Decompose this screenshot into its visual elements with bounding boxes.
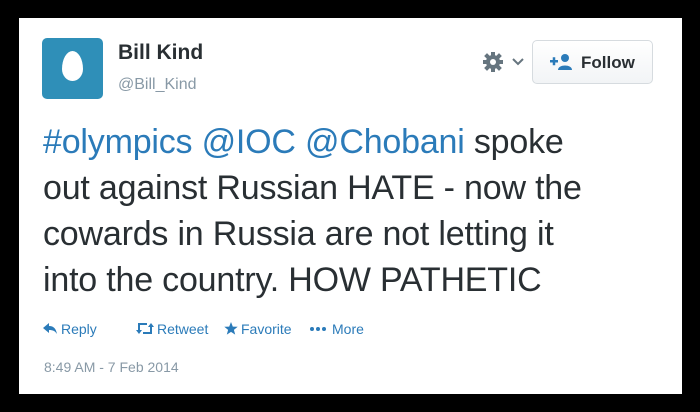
egg-avatar-icon — [62, 51, 83, 81]
more-label: More — [332, 321, 364, 337]
tweet-text-line-4: into the country. HOW PATHETIC — [43, 261, 542, 299]
author-name[interactable]: Bill Kind — [118, 41, 203, 65]
mention-link-chobani[interactable]: @Chobani — [305, 123, 465, 161]
avatar[interactable] — [42, 38, 103, 99]
reply-icon — [43, 323, 57, 334]
chevron-down-icon — [512, 58, 524, 66]
retweet-icon — [136, 323, 154, 334]
tweet-timestamp[interactable]: 8:49 AM - 7 Feb 2014 — [44, 358, 179, 376]
gear-icon — [483, 52, 503, 72]
retweet-label: Retweet — [157, 321, 209, 337]
favorite-label: Favorite — [241, 321, 292, 337]
tweet-text-line-1: spoke — [473, 123, 564, 161]
hashtag-link[interactable]: #olympics — [43, 123, 193, 161]
author-handle[interactable]: @Bill_Kind — [118, 76, 197, 94]
user-actions-dropdown[interactable] — [482, 51, 526, 73]
tweet-card: Bill Kind @Bill_Kind Follow #olympics @I… — [19, 18, 682, 394]
more-dots-icon — [310, 327, 326, 331]
star-icon — [224, 322, 238, 335]
reply-label: Reply — [61, 321, 97, 337]
tweet-text: #olympics @IOC @Chobani spoke out agains… — [43, 119, 663, 303]
tweet-text-line-2: out against Russian HATE - now the — [43, 169, 582, 207]
mention-link-ioc[interactable]: @IOC — [202, 123, 296, 161]
follow-button-label: Follow — [581, 53, 635, 72]
follow-button[interactable]: Follow — [532, 40, 653, 84]
tweet-text-line-3: cowards in Russia are not letting it — [43, 215, 554, 253]
follow-user-icon — [550, 54, 572, 70]
